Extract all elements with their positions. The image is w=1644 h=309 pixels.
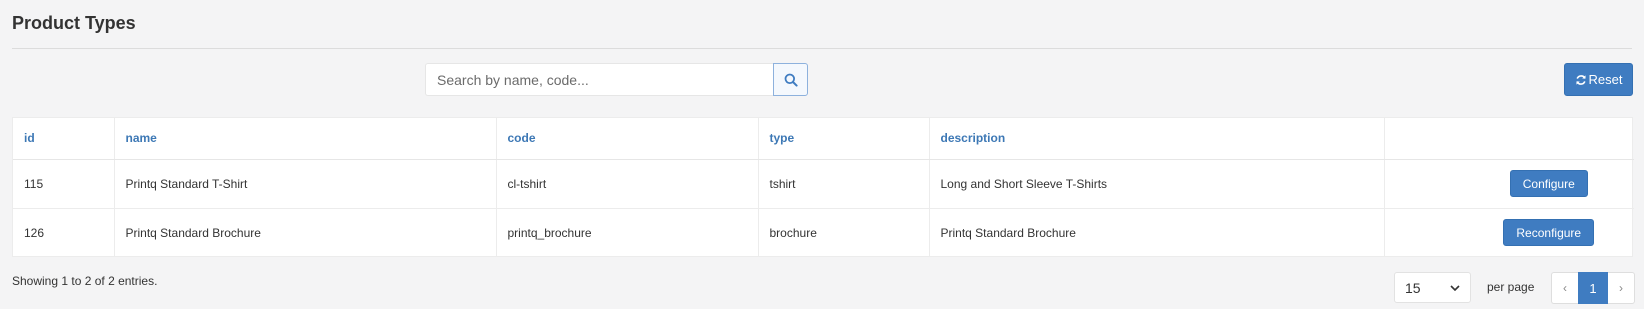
reset-button-label: Reset [1588, 72, 1623, 87]
table-row: 126 Printq Standard Brochure printq_broc… [13, 207, 1634, 257]
cell-type: brochure [758, 207, 930, 257]
chevron-down-icon [1450, 284, 1460, 291]
cell-id: 115 [13, 159, 115, 208]
search-icon [784, 73, 798, 87]
per-page-select[interactable]: 15 [1394, 272, 1471, 303]
column-header-actions [1384, 118, 1634, 160]
column-header-name[interactable]: name [114, 118, 497, 160]
cell-name: Printq Standard T-Shirt [114, 159, 497, 208]
cell-action: Configure [1384, 159, 1634, 208]
refresh-icon [1575, 74, 1586, 85]
cell-description: Long and Short Sleeve T-Shirts [929, 159, 1385, 208]
table-row: 115 Printq Standard T-Shirt cl-tshirt ts… [13, 159, 1634, 208]
per-page-value: 15 [1405, 279, 1421, 296]
search-input[interactable] [425, 63, 773, 96]
cell-type: tshirt [758, 159, 930, 208]
reset-button[interactable]: Reset [1564, 63, 1633, 96]
per-page-label: per page [1487, 280, 1535, 294]
cell-name: Printq Standard Brochure [114, 207, 497, 257]
title-divider [12, 48, 1632, 49]
configure-button[interactable]: Configure [1509, 170, 1588, 197]
column-header-type[interactable]: type [758, 118, 930, 160]
table-header-row: id name code type description [13, 118, 1634, 160]
reconfigure-button[interactable]: Reconfigure [1503, 219, 1595, 247]
product-types-table: id name code type description 115 Printq… [12, 117, 1634, 257]
cell-code: cl-tshirt [496, 159, 759, 208]
pagination: ‹ 1 › [1551, 272, 1635, 304]
search-button[interactable] [773, 63, 808, 96]
cell-description: Printq Standard Brochure [929, 207, 1385, 257]
cell-action: Reconfigure [1384, 207, 1634, 257]
pagination-prev-button[interactable]: ‹ [1551, 272, 1578, 304]
cell-id: 126 [13, 207, 115, 257]
pagination-page-1[interactable]: 1 [1578, 272, 1608, 304]
cell-code: printq_brochure [496, 207, 759, 257]
column-header-id[interactable]: id [13, 118, 115, 160]
entries-summary: Showing 1 to 2 of 2 entries. [12, 274, 158, 288]
column-header-code[interactable]: code [496, 118, 759, 160]
pagination-next-button[interactable]: › [1608, 272, 1635, 304]
column-header-description[interactable]: description [929, 118, 1385, 160]
search-bar [425, 63, 808, 96]
page-title: Product Types [12, 13, 136, 33]
